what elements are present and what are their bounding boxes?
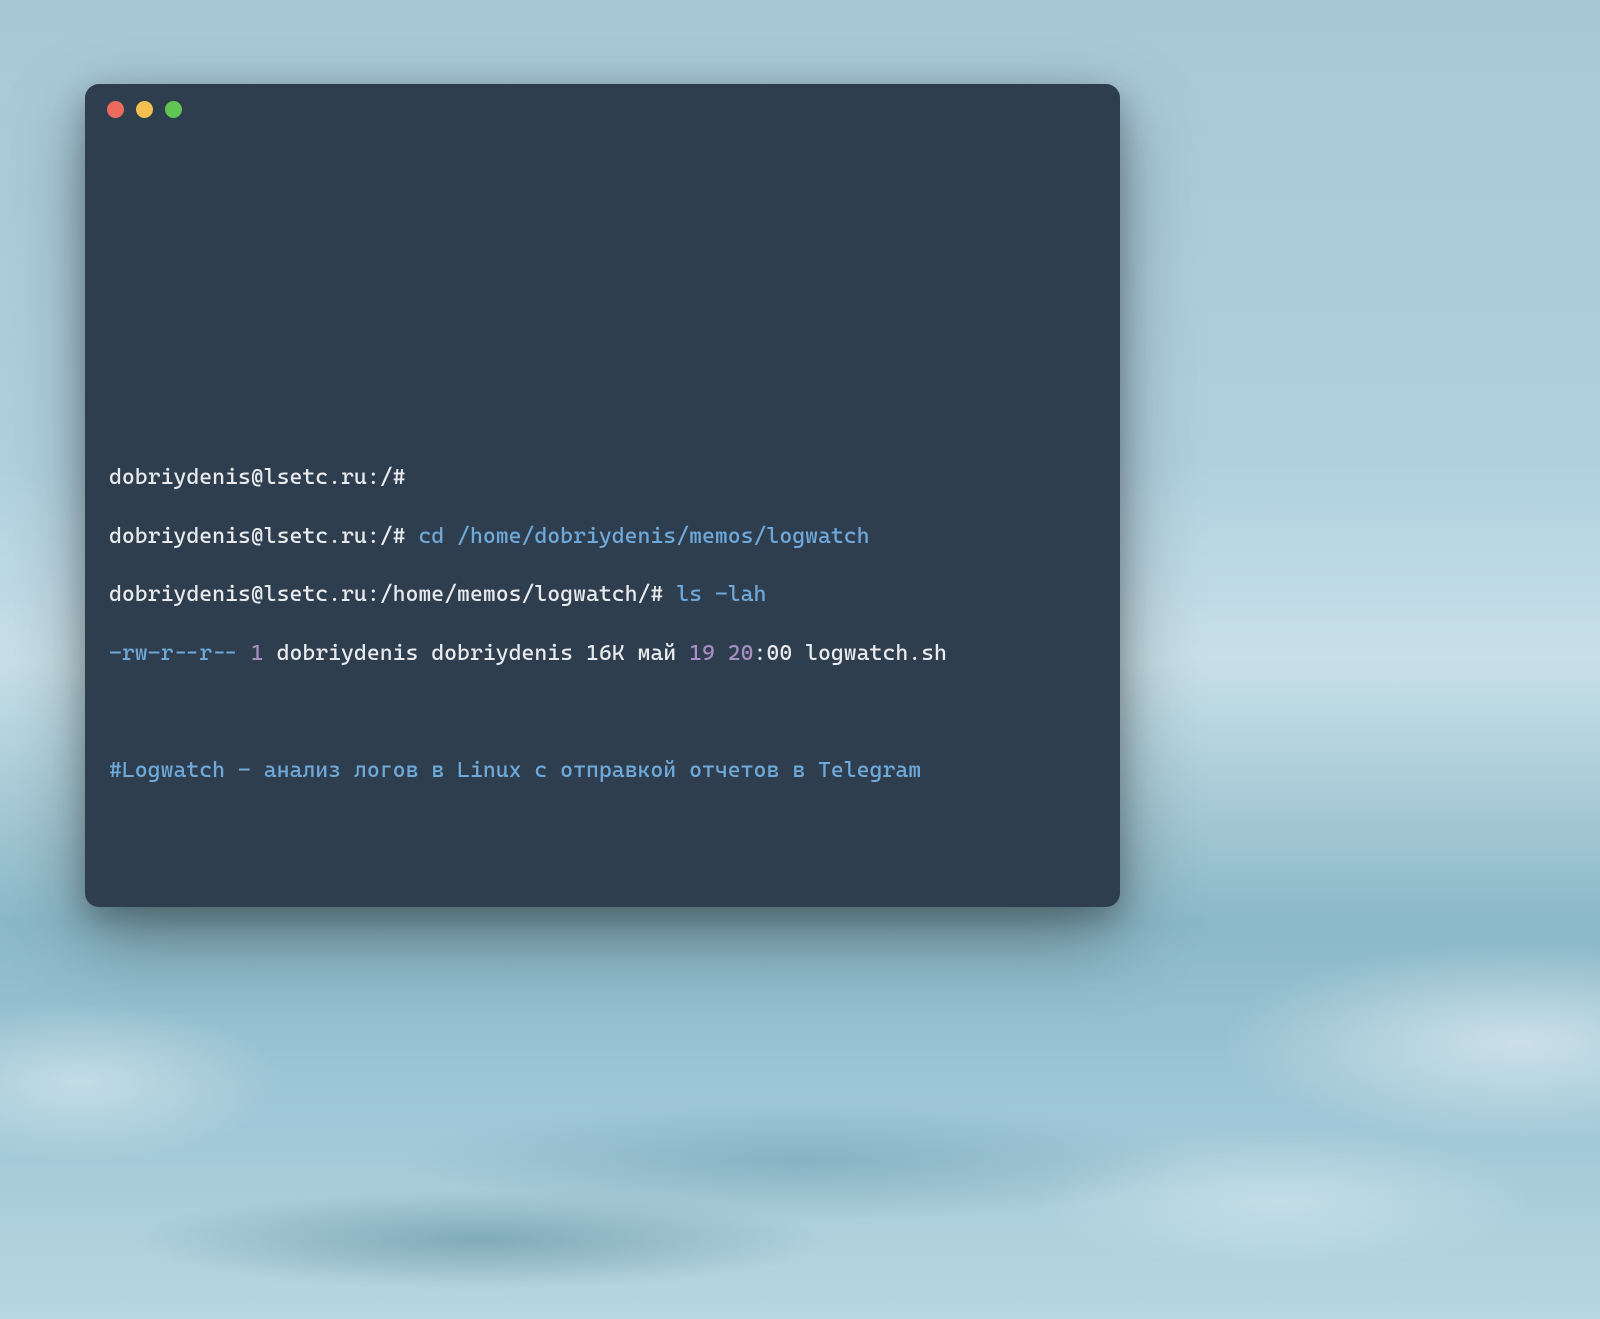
file-name: :00 logwatch.sh xyxy=(754,641,947,666)
command: cd /home/dobriydenis/memos/logwatch xyxy=(418,524,869,549)
comment-text: #Logwatch - анализ логов в Linux с отпра… xyxy=(109,758,921,783)
file-hour: 20 xyxy=(728,641,754,666)
blank-line xyxy=(109,697,1096,726)
command: ls -lah xyxy=(676,582,766,607)
terminal-line: dobriydenis@lsetc.ru:/# cd /home/dobriyd… xyxy=(109,522,1096,551)
terminal-line: dobriydenis@lsetc.ru:/# xyxy=(109,463,1096,492)
close-icon[interactable] xyxy=(107,101,124,118)
file-permissions: -rw-r--r-- xyxy=(109,641,251,666)
terminal-window: dobriydenis@lsetc.ru:/# dobriydenis@lset… xyxy=(85,84,1120,907)
terminal-line: #Logwatch - анализ логов в Linux с отпра… xyxy=(109,756,1096,785)
terminal-line: dobriydenis@lsetc.ru:/home/memos/logwatc… xyxy=(109,580,1096,609)
minimize-icon[interactable] xyxy=(136,101,153,118)
spacer xyxy=(264,641,277,666)
prompt: dobriydenis@lsetc.ru:/# xyxy=(109,524,418,549)
titlebar xyxy=(85,84,1120,134)
file-owner-info: dobriydenis dobriydenis 16K май xyxy=(277,641,690,666)
file-links: 1 xyxy=(251,641,264,666)
prompt: dobriydenis@lsetc.ru:/# xyxy=(109,465,405,490)
maximize-icon[interactable] xyxy=(165,101,182,118)
spacer xyxy=(715,641,728,666)
terminal-line: -rw-r--r-- 1 dobriydenis dobriydenis 16K… xyxy=(109,639,1096,668)
file-day: 19 xyxy=(689,641,715,666)
prompt: dobriydenis@lsetc.ru:/home/memos/logwatc… xyxy=(109,582,676,607)
terminal-output[interactable]: dobriydenis@lsetc.ru:/# dobriydenis@lset… xyxy=(85,434,1120,843)
